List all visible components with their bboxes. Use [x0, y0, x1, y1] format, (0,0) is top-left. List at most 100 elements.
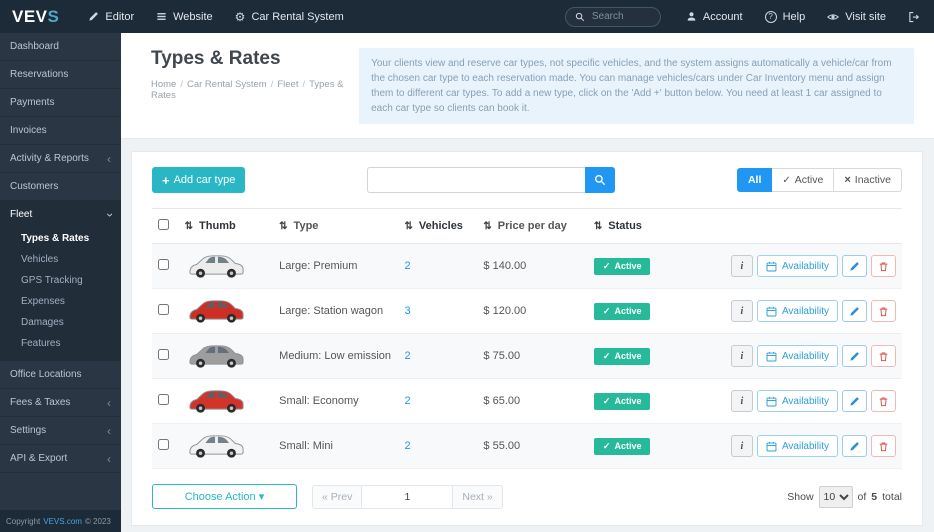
search-button[interactable]	[585, 167, 616, 193]
gear-icon: ⚙	[234, 9, 246, 24]
choose-action-button[interactable]: Choose Action	[152, 484, 297, 509]
breadcrumb-item[interactable]: Fleet	[277, 79, 298, 90]
vehicles-count-link[interactable]: 2	[405, 350, 411, 362]
sidebar-subitem-types-rates[interactable]: Types & Rates	[0, 228, 121, 249]
topbar-editor[interactable]: Editor	[77, 0, 145, 33]
filter-all-button[interactable]: All	[736, 168, 773, 192]
sidebar-item-payments[interactable]: Payments	[0, 89, 121, 117]
availability-button[interactable]: Availability	[756, 345, 838, 367]
add-car-type-button[interactable]: Add car type	[152, 167, 246, 193]
content-background: Types & Rates Home / Car Rental System / Fle…	[121, 33, 934, 532]
row-checkbox[interactable]	[158, 439, 169, 450]
search-icon	[594, 174, 606, 186]
signout-button[interactable]	[897, 0, 934, 33]
delete-button[interactable]	[871, 345, 896, 367]
filter-inactive-button[interactable]: Inactive	[834, 168, 902, 192]
status-filter-group: All Active Inactive	[736, 168, 902, 192]
sidebar-item-invoices[interactable]: Invoices	[0, 117, 121, 145]
topbar-account[interactable]: Account	[675, 0, 754, 33]
sidebar-subitem-expenses[interactable]: Expenses	[0, 291, 121, 312]
logo-text: VEV	[12, 6, 48, 26]
pagination: « Prev 1 Next »	[312, 484, 503, 509]
edit-button[interactable]	[842, 435, 867, 457]
header-price[interactable]: Price per day	[477, 208, 588, 244]
vehicles-count-link[interactable]: 2	[405, 260, 411, 272]
search-input[interactable]	[367, 167, 586, 193]
car-thumbnail	[185, 435, 247, 462]
car-thumbnail	[185, 345, 247, 372]
sidebar-item-customers[interactable]: Customers	[0, 173, 121, 201]
sidebar-item-api-export[interactable]: API & Export	[0, 445, 121, 473]
row-actions: Availability	[730, 300, 896, 322]
info-button[interactable]	[730, 300, 753, 322]
sidebar-item-dashboard[interactable]: Dashboard	[0, 33, 121, 61]
current-page[interactable]: 1	[362, 484, 453, 509]
sidebar-subitem-gps-tracking[interactable]: GPS Tracking	[0, 270, 121, 291]
page-header: Types & Rates Home / Car Rental System / Fle…	[121, 33, 934, 139]
pencil-icon	[849, 306, 860, 317]
prev-page-button[interactable]: « Prev	[312, 484, 363, 509]
header-actions	[724, 208, 902, 244]
info-button[interactable]	[730, 435, 753, 457]
availability-button[interactable]: Availability	[756, 390, 838, 412]
edit-button[interactable]	[842, 255, 867, 277]
sidebar-item-office-locations[interactable]: Office Locations	[0, 361, 121, 389]
calendar-icon	[766, 261, 777, 272]
header-vehicles[interactable]: Vehicles	[398, 208, 478, 244]
delete-button[interactable]	[871, 255, 896, 277]
header-type[interactable]: Type	[273, 208, 399, 244]
row-checkbox[interactable]	[158, 349, 169, 360]
row-actions: Availability	[730, 435, 896, 457]
sidebar-subitem-vehicles[interactable]: Vehicles	[0, 249, 121, 270]
info-button[interactable]	[730, 255, 753, 277]
sidebar-item-activity-reports[interactable]: Activity & Reports	[0, 145, 121, 173]
availability-button[interactable]: Availability	[756, 300, 838, 322]
availability-button[interactable]: Availability	[756, 255, 838, 277]
edit-button[interactable]	[842, 345, 867, 367]
info-button[interactable]	[730, 390, 753, 412]
availability-button[interactable]: Availability	[756, 435, 838, 457]
edit-button[interactable]	[842, 300, 867, 322]
vehicles-count-link[interactable]: 2	[405, 440, 411, 452]
sidebar-item-label: Settings	[10, 425, 47, 436]
edit-button[interactable]	[842, 390, 867, 412]
sidebar-subitem-damages[interactable]: Damages	[0, 312, 121, 333]
row-checkbox[interactable]	[158, 304, 169, 315]
sidebar-item-fleet[interactable]: Fleet	[0, 201, 121, 228]
menu-icon	[156, 11, 167, 22]
calendar-icon	[766, 351, 777, 362]
breadcrumb-separator: /	[270, 79, 274, 90]
topbar-visit-site[interactable]: Visit site	[816, 0, 897, 33]
logo-text-accent: S	[47, 6, 60, 26]
filter-active-button[interactable]: Active	[772, 168, 835, 192]
show-select[interactable]: 10	[818, 485, 853, 508]
delete-button[interactable]	[871, 390, 896, 412]
sidebar-item-settings[interactable]: Settings	[0, 417, 121, 445]
topbar-help-label: Help	[782, 10, 806, 23]
row-checkbox[interactable]	[158, 394, 169, 405]
vehicles-count-link[interactable]: 2	[405, 395, 411, 407]
row-checkbox[interactable]	[158, 259, 169, 270]
sidebar-subitem-features[interactable]: Features	[0, 333, 121, 354]
sidebar-item-label: Reservations	[10, 69, 69, 80]
topbar-website[interactable]: Website	[145, 0, 224, 33]
breadcrumb-item[interactable]: Home	[151, 79, 176, 90]
vevs-site-link[interactable]: VEVS.com	[43, 517, 82, 526]
sidebar-item-fees-taxes[interactable]: Fees & Taxes	[0, 389, 121, 417]
delete-button[interactable]	[871, 300, 896, 322]
topbar-help[interactable]: ? Help	[754, 0, 817, 33]
topbar-car-rental-system[interactable]: ⚙ Car Rental System	[224, 0, 355, 33]
sidebar-item-reservations[interactable]: Reservations	[0, 61, 121, 89]
vehicles-count-link[interactable]: 3	[405, 305, 411, 317]
breadcrumb-item[interactable]: Car Rental System	[187, 79, 267, 90]
topbar-search[interactable]: Search	[564, 6, 661, 27]
calendar-icon	[766, 396, 777, 407]
header-thumb[interactable]: Thumb	[178, 208, 274, 244]
delete-button[interactable]	[871, 435, 896, 457]
header-status[interactable]: Status	[587, 208, 725, 244]
select-all-checkbox[interactable]	[158, 219, 169, 230]
next-page-button[interactable]: Next »	[452, 484, 503, 509]
app-logo[interactable]: VEVS	[0, 7, 77, 27]
sidebar-item-label: Payments	[10, 97, 55, 108]
info-button[interactable]	[730, 345, 753, 367]
